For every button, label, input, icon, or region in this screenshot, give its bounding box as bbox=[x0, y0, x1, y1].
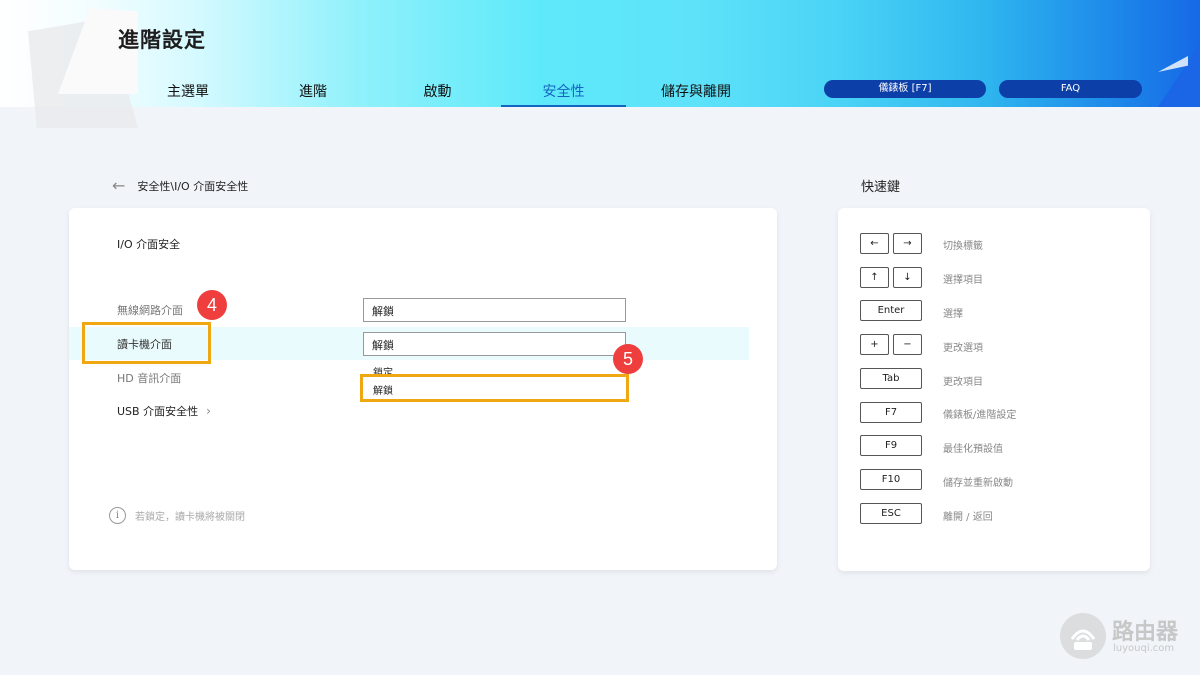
key-plus: + bbox=[860, 334, 889, 355]
step-4-badge: 4 bbox=[197, 290, 227, 320]
shortcut-desc: 更改項目 bbox=[943, 377, 983, 388]
tab-bar: 主選單 進階 啟動 安全性 儲存與離開 bbox=[124, 76, 766, 107]
highlight-box-card-reader bbox=[82, 322, 211, 364]
key-esc: ESC bbox=[860, 503, 922, 524]
header-bar: 進階設定 主選單 進階 啟動 安全性 儲存與離開 儀錶板 [F7] FAQ bbox=[0, 0, 1200, 128]
key-f10: F10 bbox=[860, 469, 922, 490]
shortcut-desc: 最佳化預設值 bbox=[943, 444, 1003, 455]
info-text: 若鎖定，讀卡機將被關閉 bbox=[135, 512, 245, 523]
shortcut-desc: 離開 / 返回 bbox=[943, 512, 993, 523]
key-f9: F9 bbox=[860, 435, 922, 456]
key-minus: − bbox=[893, 334, 922, 355]
watermark-logo-icon bbox=[1060, 613, 1106, 659]
chevron-right-icon: › bbox=[206, 404, 211, 418]
shortcut-desc: 切換標籤 bbox=[943, 241, 983, 252]
watermark-url: luyouqi.com bbox=[1113, 643, 1175, 654]
dashboard-button[interactable]: 儀錶板 [F7] bbox=[824, 80, 986, 98]
shortcut-desc: 儲存並重新啟動 bbox=[943, 478, 1013, 489]
shortcut-desc: 選擇項目 bbox=[943, 275, 983, 286]
page-title: 進階設定 bbox=[118, 28, 206, 52]
hd-audio-interface-label[interactable]: HD 音訊介面 bbox=[117, 370, 181, 386]
tab-main-menu[interactable]: 主選單 bbox=[124, 76, 252, 107]
key-right-arrow: → bbox=[893, 233, 922, 254]
key-enter: Enter bbox=[860, 300, 922, 321]
faq-button[interactable]: FAQ bbox=[999, 80, 1142, 98]
shortcuts-title: 快速鍵 bbox=[861, 180, 901, 195]
tab-advanced[interactable]: 進階 bbox=[252, 76, 374, 107]
tab-save-exit[interactable]: 儲存與離開 bbox=[626, 76, 766, 107]
key-tab: Tab bbox=[860, 368, 922, 389]
step-5-badge: 5 bbox=[613, 344, 643, 374]
wireless-interface-label[interactable]: 無線網路介面 bbox=[117, 302, 183, 318]
decorative-corner-shape bbox=[1158, 44, 1200, 107]
shortcut-desc: 選擇 bbox=[943, 309, 963, 320]
watermark-brand: 路由器 bbox=[1112, 620, 1179, 645]
section-title: I/O 介面安全 bbox=[117, 238, 181, 251]
breadcrumb-path: 安全性\I/O 介面安全性 bbox=[137, 180, 249, 193]
info-icon: i bbox=[109, 507, 126, 524]
usb-security-label: USB 介面安全性 bbox=[117, 405, 199, 418]
breadcrumb: ← 安全性\I/O 介面安全性 bbox=[112, 178, 248, 194]
wireless-interface-select[interactable]: 解鎖 bbox=[363, 298, 626, 322]
key-down-arrow: ↓ bbox=[893, 267, 922, 288]
back-arrow-icon[interactable]: ← bbox=[112, 178, 125, 194]
key-left-arrow: ← bbox=[860, 233, 889, 254]
card-reader-interface-select[interactable]: 解鎖 bbox=[363, 332, 626, 356]
key-up-arrow: ↑ bbox=[860, 267, 889, 288]
shortcuts-card: ← → 切換標籤 ↑ ↓ 選擇項目 Enter 選擇 + − 更改選項 Tab … bbox=[838, 208, 1150, 571]
shortcut-desc: 更改選項 bbox=[943, 343, 983, 354]
tab-security[interactable]: 安全性 bbox=[501, 76, 626, 107]
highlight-box-unlock-option bbox=[360, 374, 629, 402]
info-note: i 若鎖定，讀卡機將被關閉 bbox=[109, 507, 245, 524]
tab-boot[interactable]: 啟動 bbox=[374, 76, 501, 107]
usb-security-link[interactable]: USB 介面安全性 › bbox=[117, 403, 211, 419]
key-f7: F7 bbox=[860, 402, 922, 423]
shortcut-desc: 儀錶板/進階設定 bbox=[943, 410, 1017, 421]
